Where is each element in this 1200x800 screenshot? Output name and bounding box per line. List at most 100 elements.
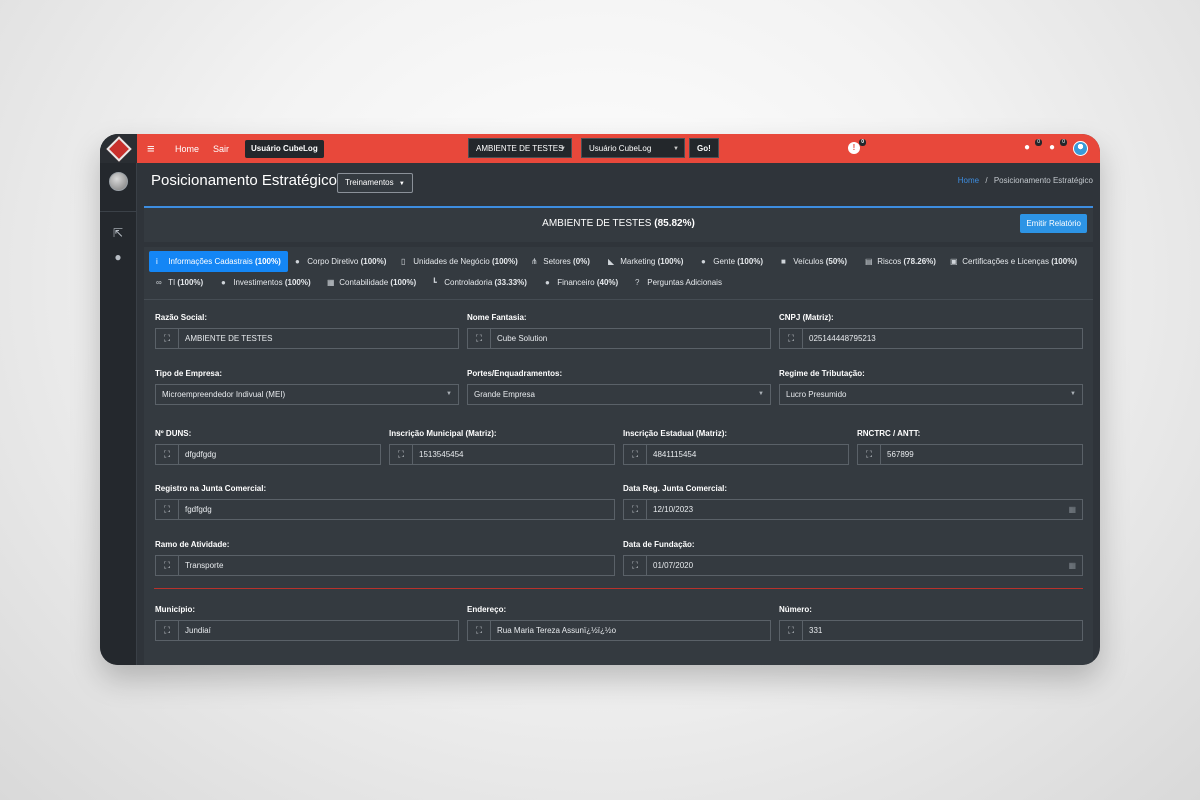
tab-veiculos[interactable]: ■ Veículos (50%) — [781, 251, 847, 272]
chart-icon: ┗ — [432, 278, 437, 287]
duns-input[interactable]: ⛶ dfgdfgdg — [155, 444, 381, 465]
sitemap-icon: ⛶ — [156, 621, 179, 640]
razao-social-input[interactable]: ⛶ AMBIENTE DE TESTES — [155, 328, 459, 349]
tab-gente[interactable]: ● Gente (100%) — [701, 251, 763, 272]
tab-informacoes-cadastrais[interactable]: i Informações Cadastrais (100%) — [149, 251, 288, 272]
razao-social-label: Razão Social: — [155, 313, 208, 322]
regime-value: Lucro Presumido — [786, 390, 847, 399]
ramo-input[interactable]: ⛶ Transporte — [155, 555, 615, 576]
sidebar-avatar[interactable] — [109, 172, 128, 191]
tab-riscos[interactable]: ▤ Riscos (78.26%) — [865, 251, 936, 272]
logo[interactable] — [100, 134, 137, 163]
tab-corpo-diretivo[interactable]: ● Corpo Diretivo (100%) — [295, 251, 386, 272]
users-icon[interactable]: ● 0 — [1049, 139, 1067, 154]
tipo-empresa-label: Tipo de Empresa: — [155, 369, 222, 378]
nome-fantasia-input[interactable]: ⛶ Cube Solution — [467, 328, 771, 349]
treinamentos-dropdown[interactable]: Treinamentos ▼ — [337, 173, 413, 193]
export-icon[interactable]: ⇱ — [111, 226, 125, 240]
rntrc-input[interactable]: ⛶ 567899 — [857, 444, 1083, 465]
data-junta-input[interactable]: ⛶ 12/10/2023 ▦ — [623, 499, 1083, 520]
tab-marketing[interactable]: ◣ Marketing (100%) — [608, 251, 683, 272]
form-card: i Informações Cadastrais (100%) ● Corpo … — [144, 247, 1093, 665]
environment-name: AMBIENTE DE TESTES — [542, 218, 652, 229]
endereco-label: Endereço: — [467, 605, 507, 614]
tab-percent: (100%) — [390, 278, 417, 287]
duns-value: dfgdfgdg — [185, 450, 217, 459]
duns-label: Nº DUNS: — [155, 429, 192, 438]
tab-percent: (40%) — [596, 278, 619, 287]
insc-municipal-label: Inscrição Municipal (Matriz): — [389, 429, 497, 438]
rntrc-label: RNCTRC / ANTT: — [857, 429, 921, 438]
emitir-relatorio-button[interactable]: Emitir Relatório — [1020, 214, 1087, 233]
nav-home-link[interactable]: Home — [175, 144, 199, 154]
tab-setores[interactable]: ⋔ Setores (0%) — [531, 251, 590, 272]
chevron-down-icon: ▼ — [758, 391, 764, 397]
endereco-input[interactable]: ⛶ Rua Maria Tereza Assunï¿½ï¿½o — [467, 620, 771, 641]
sitemap-icon: ⛶ — [156, 500, 179, 519]
users-icon: ● — [701, 257, 706, 266]
chevron-down-icon: ▼ — [398, 181, 405, 187]
environment-title: AMBIENTE DE TESTES (85.82%) — [144, 218, 1093, 229]
sitemap-icon: ⛶ — [468, 329, 491, 348]
tab-investimentos[interactable]: ● Investimentos (100%) — [221, 272, 311, 293]
user-avatar[interactable] — [1073, 141, 1088, 156]
tab-label: Certificações e Licenças — [962, 257, 1049, 266]
tab-label: Riscos — [877, 257, 902, 266]
portes-select[interactable]: Grande Empresa ▼ — [467, 384, 771, 405]
tipo-empresa-select[interactable]: Microempreendedor Indivual (MEI) ▼ — [155, 384, 459, 405]
nav-sair-link[interactable]: Sair — [213, 144, 229, 154]
tab-percent: (100%) — [284, 278, 311, 287]
go-button[interactable]: Go! — [689, 138, 719, 158]
breadcrumb: Home / Posicionamento Estratégico — [958, 176, 1093, 185]
tab-percent: (0%) — [573, 257, 590, 266]
sitemap-icon: ⛶ — [858, 445, 881, 464]
sitemap-icon: ⛶ — [156, 329, 179, 348]
tab-percent: (100%) — [1051, 257, 1077, 266]
breadcrumb-home[interactable]: Home — [958, 176, 979, 185]
tab-unidades-de-negocio[interactable]: ▯ Unidades de Negócio (100%) — [401, 251, 518, 272]
tab-label: Financeiro — [557, 278, 595, 287]
regime-select[interactable]: Lucro Presumido ▼ — [779, 384, 1083, 405]
tab-percent: (100%) — [491, 257, 518, 266]
portes-value: Grande Empresa — [474, 390, 535, 399]
ramo-value: Transporte — [185, 561, 224, 570]
top-navbar: ≡ Home Sair Usuário CubeLog AMBIENTE DE … — [137, 134, 1100, 163]
tab-certificacoes-e-licencas[interactable]: ▣ Certificações e Licenças (100%) — [950, 251, 1077, 272]
sitemap-icon: ⛶ — [624, 556, 647, 575]
tab-ti[interactable]: ∞ TI (100%) — [156, 272, 203, 293]
fundacao-input[interactable]: ⛶ 01/07/2020 ▦ — [623, 555, 1083, 576]
main-content: Posicionamento Estratégico Treinamentos … — [137, 163, 1100, 665]
fundacao-label: Data de Fundação: — [623, 540, 695, 549]
notification-badge: 0 — [859, 139, 866, 146]
junta-input[interactable]: ⛶ fgdfgdg — [155, 499, 615, 520]
current-user-chip[interactable]: Usuário CubeLog — [245, 139, 324, 158]
insc-estadual-label: Inscrição Estadual (Matriz): — [623, 429, 728, 438]
chat-icon[interactable]: ● — [111, 250, 125, 264]
numero-value: 331 — [809, 626, 823, 635]
users-icon[interactable]: ● 0 — [1024, 139, 1042, 154]
treinamentos-label: Treinamentos — [345, 178, 394, 187]
cnpj-input[interactable]: ⛶ 025144448795213 — [779, 328, 1083, 349]
user-select[interactable]: Usuário CubeLog ▼ — [581, 138, 685, 158]
notification-icon[interactable]: ! 0 — [848, 139, 866, 154]
page-header: Posicionamento Estratégico Treinamentos … — [144, 163, 1093, 206]
calendar-icon[interactable]: ▦ — [1068, 556, 1082, 575]
sitemap-icon: ⛶ — [390, 445, 413, 464]
numero-input[interactable]: ⛶ 331 — [779, 620, 1083, 641]
tab-controladoria[interactable]: ┗ Controladoria (33.33%) — [432, 272, 527, 293]
tab-label: Unidades de Negócio — [413, 257, 490, 266]
tab-contabilidade[interactable]: ▦ Contabilidade (100%) — [327, 272, 416, 293]
environment-select[interactable]: AMBIENTE DE TESTES ▼ — [468, 138, 572, 158]
tab-financeiro[interactable]: ● Financeiro (40%) — [545, 272, 618, 293]
sitemap-icon: ⛶ — [468, 621, 491, 640]
calendar-icon[interactable]: ▦ — [1068, 500, 1082, 519]
municipio-input[interactable]: ⛶ Jundiaí — [155, 620, 459, 641]
insc-municipal-input[interactable]: ⛶ 1513545454 — [389, 444, 615, 465]
cube-logo-icon — [105, 135, 132, 162]
users-badge-2: 0 — [1060, 139, 1067, 146]
insc-estadual-input[interactable]: ⛶ 4841115454 — [623, 444, 849, 465]
truck-icon: ■ — [781, 257, 786, 266]
hamburger-menu-icon[interactable]: ≡ — [147, 141, 161, 156]
tab-percent: (50%) — [825, 257, 848, 266]
tab-perguntas-adicionais[interactable]: ? Perguntas Adicionais — [635, 272, 722, 293]
